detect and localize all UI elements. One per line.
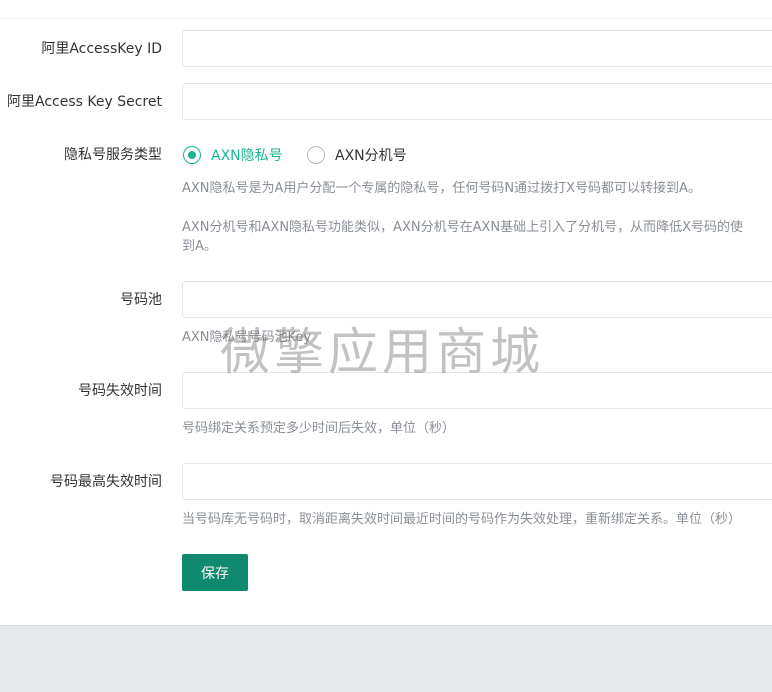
save-button[interactable]: 保存 — [182, 554, 248, 591]
access-key-secret-input[interactable] — [182, 83, 772, 120]
number-pool-input[interactable] — [182, 281, 772, 318]
expire-time-input[interactable] — [182, 372, 772, 409]
max-expire-time-help: 当号码库无号码时，取消距离失效时间最近时间的号码作为失效处理，重新绑定关系。单位… — [182, 512, 742, 527]
radio-axn-privacy-number-label: AXN隐私号 — [211, 148, 283, 164]
service-type-help-extension-line1: AXN分机号和AXN隐私号功能类似，AXN分机号在AXN基础上引入了分机号，从而… — [182, 220, 743, 235]
expire-time-label: 号码失效时间 — [78, 383, 162, 399]
service-type-help-extension-line2: 到A。 — [182, 239, 217, 254]
max-expire-time-input[interactable] — [182, 463, 772, 500]
radio-axn-extension-number[interactable]: AXN分机号 — [307, 145, 407, 165]
radio-axn-privacy-number[interactable]: AXN隐私号 — [183, 145, 283, 165]
access-key-id-input[interactable] — [182, 30, 772, 67]
radio-axn-extension-number-label: AXN分机号 — [335, 148, 407, 164]
service-type-label: 隐私号服务类型 — [64, 147, 162, 163]
radio-unchecked-icon — [307, 146, 325, 164]
access-key-id-label: 阿里AccessKey ID — [41, 41, 162, 57]
expire-time-help: 号码绑定关系预定多少时间后失效，单位（秒） — [182, 421, 456, 436]
number-pool-label: 号码池 — [120, 292, 162, 308]
top-divider — [0, 18, 772, 19]
max-expire-time-label: 号码最高失效时间 — [50, 474, 162, 490]
number-pool-help: AXN隐私号号码池Key — [182, 330, 312, 345]
access-key-secret-label: 阿里Access Key Secret — [7, 94, 162, 110]
service-type-help-privacy: AXN隐私号是为A用户分配一个专属的隐私号，任何号码N通过拨打X号码都可以转接到… — [182, 181, 701, 196]
radio-checked-icon — [183, 146, 201, 164]
settings-card: 阿里AccessKey ID 阿里Access Key Secret 隐私号服务… — [0, 0, 772, 626]
